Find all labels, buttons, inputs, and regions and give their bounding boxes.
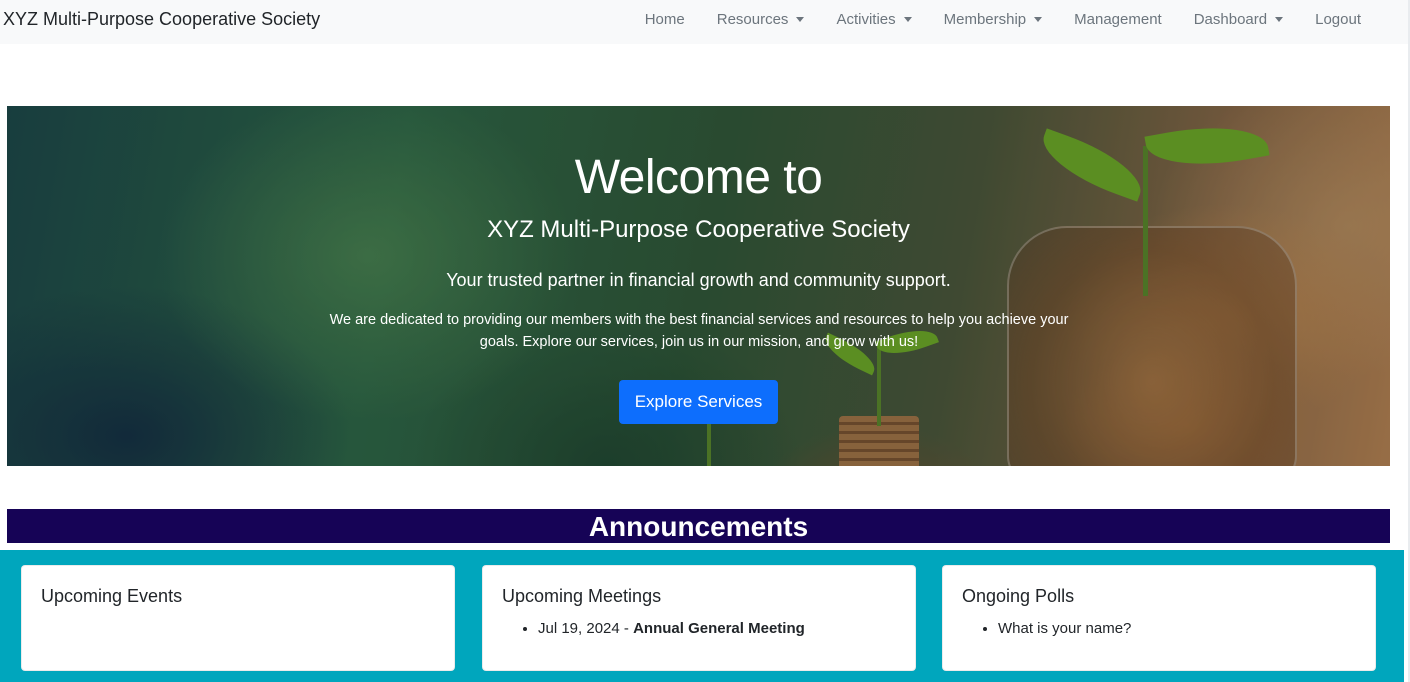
upcoming-meetings-card: Upcoming Meetings Jul 19, 2024 - Annual …	[482, 565, 916, 671]
nav-membership-label: Membership	[943, 10, 1027, 28]
meeting-date: Jul 19, 2024	[538, 620, 620, 637]
nav-home-label: Home	[644, 10, 685, 28]
hero-subtitle: XYZ Multi-Purpose Cooperative Society	[487, 216, 910, 243]
list-item: Jul 19, 2024 - Annual General Meeting	[538, 619, 805, 639]
polls-list: What is your name?	[998, 619, 1131, 639]
nav-activities-label: Activities	[836, 10, 896, 28]
hero-title: Welcome to	[574, 151, 823, 204]
list-item[interactable]: What is your name?	[998, 619, 1131, 639]
hero-description: We are dedicated to providing our member…	[329, 312, 1069, 350]
nav-logout[interactable]: Logout	[1299, 11, 1377, 28]
ongoing-polls-card: Ongoing Polls What is your name?	[942, 565, 1376, 671]
caret-down-icon	[796, 16, 805, 22]
nav-links: Home Resources Activities Membership Man…	[629, 0, 1377, 38]
card-title: Upcoming Events	[41, 586, 183, 606]
card-title: Upcoming Meetings	[502, 586, 662, 606]
caret-down-icon	[1034, 16, 1043, 22]
explore-services-button[interactable]: Explore Services	[619, 380, 778, 424]
nav-resources-label: Resources	[716, 10, 789, 28]
caret-down-icon	[903, 16, 912, 22]
announcements-heading: Announcements	[7, 509, 1390, 543]
brand-link[interactable]: XYZ Multi-Purpose Cooperative Society	[3, 9, 320, 30]
top-navbar: XYZ Multi-Purpose Cooperative Society Ho…	[0, 0, 1408, 44]
meeting-separator: -	[619, 620, 634, 637]
meeting-name: Annual General Meeting	[633, 620, 805, 637]
nav-dashboard-label: Dashboard	[1193, 10, 1268, 28]
nav-logout-label: Logout	[1315, 10, 1361, 28]
nav-resources-dropdown[interactable]: Resources	[701, 11, 821, 28]
announcements-section: Upcoming Events Upcoming Meetings Jul 19…	[0, 550, 1404, 682]
nav-management-label: Management	[1074, 10, 1162, 28]
card-title: Ongoing Polls	[962, 586, 1075, 606]
hero-lead: Your trusted partner in financial growth…	[446, 270, 951, 290]
nav-management[interactable]: Management	[1058, 11, 1178, 28]
meetings-list: Jul 19, 2024 - Annual General Meeting	[538, 619, 805, 639]
nav-membership-dropdown[interactable]: Membership	[928, 11, 1059, 28]
poll-question: What is your name?	[998, 620, 1132, 637]
upcoming-events-card: Upcoming Events	[21, 565, 455, 671]
nav-dashboard-dropdown[interactable]: Dashboard	[1178, 11, 1299, 28]
nav-home[interactable]: Home	[629, 11, 701, 28]
caret-down-icon	[1275, 16, 1284, 22]
hero-content: Welcome to XYZ Multi-Purpose Cooperative…	[7, 106, 1390, 466]
nav-activities-dropdown[interactable]: Activities	[820, 11, 927, 28]
hero-banner: Welcome to XYZ Multi-Purpose Cooperative…	[7, 106, 1390, 466]
